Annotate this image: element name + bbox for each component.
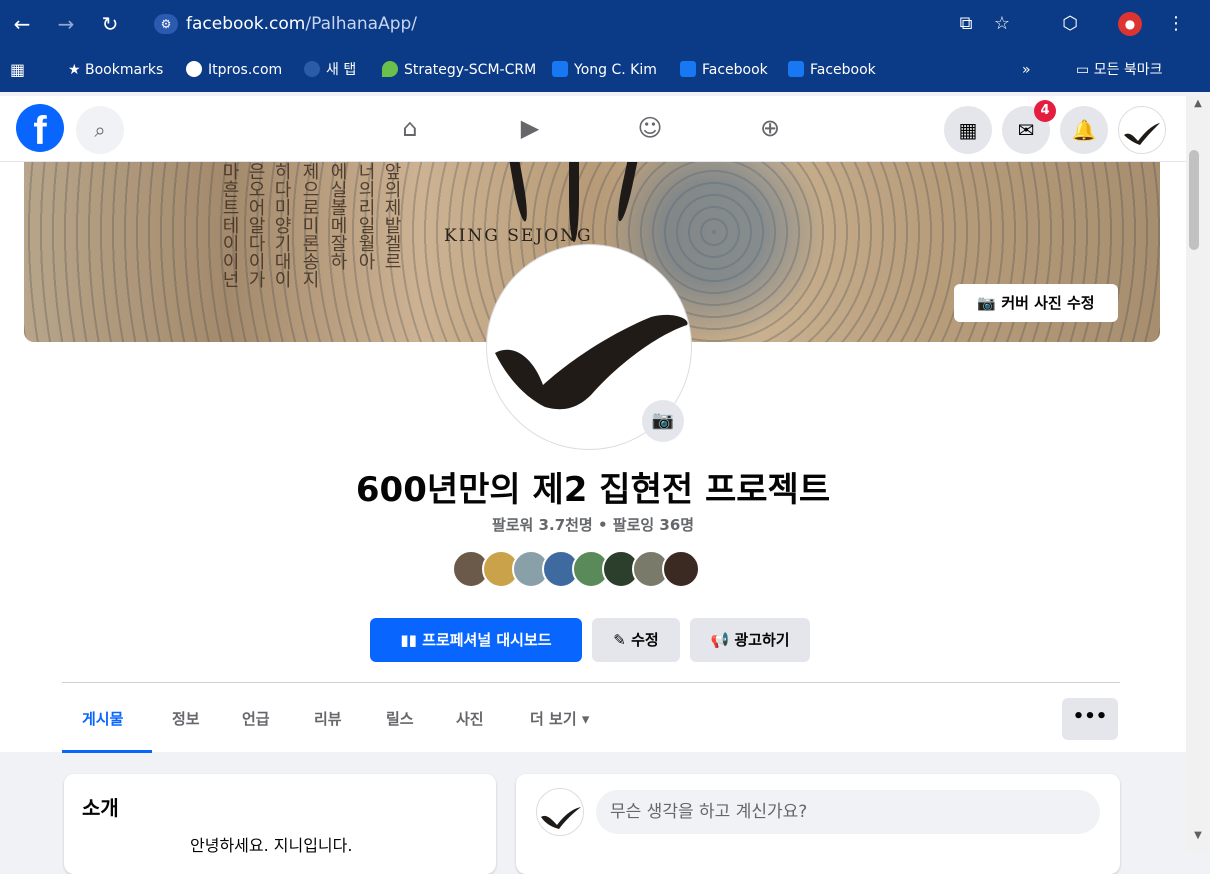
facebook-icon (788, 61, 804, 77)
page-title: 600년만의 제2 집현전 프로젝트 (355, 470, 831, 510)
tab-photos[interactable]: 사진 (456, 704, 484, 744)
apps-grid-icon[interactable]: ▦ (10, 60, 25, 80)
account-avatar[interactable] (1118, 106, 1166, 154)
bookmark-bookmarks[interactable]: ★ Bookmarks (68, 60, 163, 80)
menu-grid-icon[interactable]: ▦ (944, 106, 992, 154)
post-composer-input[interactable]: 무슨 생각을 하고 계신가요? (596, 790, 1100, 834)
account-logo-icon (1124, 123, 1160, 145)
site-info-icon[interactable]: ⚙ (154, 14, 178, 34)
professional-dashboard-button[interactable]: ▮▮ 프로페셔널 대시보드 (370, 618, 582, 662)
chart-icon: ▮▮ (400, 631, 423, 649)
extensions-icon[interactable]: ⬡ (1056, 10, 1084, 38)
groups-icon[interactable]: ☺ (628, 108, 672, 148)
back-icon[interactable]: ← (8, 10, 36, 38)
camera-icon: 📷 (977, 294, 1002, 312)
scrollbar-thumb[interactable] (1189, 150, 1199, 250)
cover-glyph-column: 앞의제발겔르 (381, 162, 402, 270)
scroll-up-icon[interactable]: ▲ (1186, 98, 1210, 118)
scroll-down-icon[interactable]: ▼ (1186, 830, 1210, 850)
avatar[interactable] (536, 788, 584, 836)
leaf-icon (382, 61, 398, 77)
cover-glyph-column: 마흔트테이이넌 (219, 162, 240, 288)
messenger-button[interactable]: ✉ 4 (1002, 100, 1056, 154)
facebook-icon (680, 61, 696, 77)
bell-icon[interactable]: 🔔 (1060, 106, 1108, 154)
cover-glyph-column: 은오어알다이가 (245, 162, 266, 288)
divider (62, 682, 1120, 683)
camera-icon[interactable]: 📷 (642, 400, 684, 442)
menu-dots-icon[interactable]: ⋮ (1162, 10, 1190, 38)
cover-brush-stroke (614, 162, 640, 223)
video-icon[interactable]: ▶ (508, 108, 552, 148)
follow-counts[interactable]: 팔로워 3.7천명 • 팔로잉 36명 (0, 514, 1186, 535)
cover-glyph-column: 제으로미론송지 (299, 162, 320, 288)
bookmark-facebook-1[interactable]: Facebook (680, 60, 768, 80)
bookmarks-overflow[interactable]: » (1022, 60, 1031, 80)
edit-cover-button[interactable]: 📷 커버 사진 수정 (954, 284, 1118, 322)
facebook-icon (552, 61, 568, 77)
facebook-logo-icon[interactable]: f (16, 104, 64, 153)
url-host: facebook.com (186, 14, 306, 34)
profile-avatar-icon[interactable]: ● (1118, 12, 1142, 36)
address-bar[interactable]: ⚙ facebook.com/PalhanaApp/ (146, 8, 946, 40)
avatar[interactable] (662, 550, 700, 588)
edit-button[interactable]: ✎ 수정 (592, 618, 680, 662)
bookmark-strategy[interactable]: Strategy-SCM-CRM (382, 60, 536, 80)
cover-glyph-column: 너의리일월아 (355, 162, 376, 270)
tab-posts[interactable]: 게시물 (82, 704, 123, 744)
bookmark-facebook-2[interactable]: Facebook (788, 60, 876, 80)
gaming-icon[interactable]: ⊕ (748, 108, 792, 148)
more-options-button[interactable]: ••• (1062, 698, 1118, 740)
cover-glyph-column: 히다미양기대이 (271, 162, 292, 288)
star-icon[interactable]: ☆ (988, 10, 1016, 38)
tab-about[interactable]: 정보 (172, 704, 200, 744)
cover-brush-stroke (507, 162, 531, 223)
star-icon: ★ (68, 62, 86, 78)
globe-icon (186, 61, 202, 77)
bookmark-itpros[interactable]: Itpros.com (186, 60, 282, 80)
active-tab-indicator (62, 750, 152, 753)
url-path: /PalhanaApp/ (305, 14, 418, 34)
forward-icon[interactable]: → (52, 10, 80, 38)
messenger-badge: 4 (1034, 100, 1056, 122)
home-icon[interactable]: ⌂ (388, 108, 432, 148)
follower-avatars[interactable] (452, 550, 742, 590)
all-bookmarks[interactable]: ▭ 모든 북마크 (1076, 60, 1163, 80)
megaphone-icon: 📢 (710, 631, 735, 649)
tab-more[interactable]: 더 보기 ▾ (530, 704, 589, 744)
reload-icon[interactable]: ↻ (96, 10, 124, 38)
browser-toolbar: ← → ↻ ⚙ facebook.com/PalhanaApp/ ⧉ ☆ ⬡ ●… (0, 0, 1210, 48)
advertise-button[interactable]: 📢 광고하기 (690, 618, 810, 662)
account-logo-icon (541, 807, 581, 829)
tab-mentions[interactable]: 언급 (242, 704, 270, 744)
search-icon[interactable]: ⌕ (76, 106, 124, 154)
messenger-icon: ✉ (1017, 118, 1035, 142)
folder-icon: ▭ (1076, 62, 1094, 78)
intro-text: 안녕하세요. 지니입니다. (190, 836, 353, 855)
cover-glyph-column: 에실볼메잘하 (327, 162, 348, 270)
bookmark-new-tab[interactable]: 새 탭 (304, 60, 356, 80)
chrome-icon (304, 61, 320, 77)
install-icon[interactable]: ⧉ (952, 10, 980, 38)
intro-title: 소개 (82, 796, 119, 820)
bookmarks-bar: ▦ ★ Bookmarks Itpros.com 새 탭 Strategy-SC… (0, 48, 1210, 92)
profile-header: 마흔트테이이넌 은오어알다이가 히다미양기대이 제으로미론송지 에실볼메잘하 너… (0, 162, 1186, 753)
intro-card: 소개 안녕하세요. 지니입니다. (64, 774, 496, 874)
pencil-icon: ✎ (613, 631, 632, 649)
bookmark-yong-kim[interactable]: Yong C. Kim (552, 60, 657, 80)
tab-reviews[interactable]: 리뷰 (314, 704, 342, 744)
post-composer-card: 무슨 생각을 하고 계신가요? (516, 774, 1120, 874)
facebook-header: f ⌕ ⌂ ▶ ☺ ⊕ ▦ ✉ 4 🔔 (0, 96, 1186, 162)
tab-reels[interactable]: 릴스 (386, 704, 414, 744)
